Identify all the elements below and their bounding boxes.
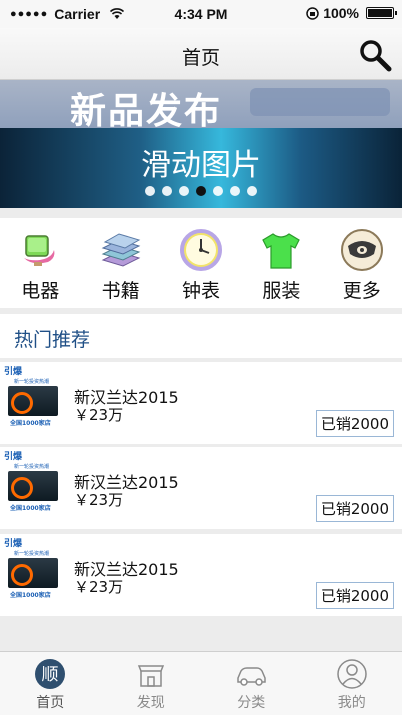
tab-discover[interactable]: 发现 (101, 652, 202, 715)
nav-bar: 首页 (0, 28, 402, 80)
rotation-lock-icon (306, 6, 319, 20)
pager-dot[interactable] (247, 186, 257, 196)
sold-badge: 已销2000 (315, 410, 394, 437)
sold-badge: 已销2000 (315, 582, 394, 609)
thumb-sub: 新一轮投资热潮 (14, 464, 50, 470)
section-title: 热门推荐 (14, 329, 91, 351)
car-icon (237, 667, 266, 686)
tab-label: 分类 (237, 695, 266, 711)
category-label: 钟表 (181, 280, 220, 302)
category-clocks[interactable]: 钟表 (161, 218, 241, 308)
tab-home[interactable]: 顺 首页 (0, 652, 101, 715)
battery-percent: 100% (323, 5, 359, 21)
status-bar: ●●●●● Carrier 4:34 PM 100% (0, 0, 402, 28)
item-thumbnail: 引爆 新一轮投资热潮 全国1000家店 (4, 536, 62, 614)
item-price: ￥23万 (74, 491, 124, 509)
thumb-foot: 全国1000家店 (10, 420, 51, 427)
item-price: ￥23万 (74, 578, 124, 596)
books-icon (101, 233, 140, 267)
sold-badge: 已销2000 (315, 495, 394, 522)
banner-headline: 新品发布 (70, 91, 223, 132)
more-icon (340, 229, 383, 271)
svg-text:顺: 顺 (42, 665, 59, 685)
pager-dot[interactable] (179, 186, 189, 196)
status-right: 100% (306, 5, 397, 21)
item-thumbnail: 引爆 新一轮投资热潮 全国1000家店 (4, 364, 62, 442)
carousel-pager[interactable] (0, 186, 402, 196)
thumb-sub: 新一轮投资热潮 (14, 379, 50, 385)
thumb-image (8, 471, 58, 501)
category-row: 电器 书籍 钟表 服装 更多 (0, 218, 402, 308)
category-label: 书籍 (101, 280, 140, 302)
tab-profile[interactable]: 我的 (302, 652, 402, 715)
appliance-icon (24, 235, 55, 266)
clock-icon (179, 229, 222, 271)
banner-caption: 滑动图片 (141, 148, 261, 183)
tab-label: 发现 (136, 695, 165, 711)
tshirt-icon (262, 233, 301, 269)
tab-category[interactable]: 分类 (201, 652, 302, 715)
item-price: ￥23万 (74, 406, 124, 424)
user-icon (337, 659, 367, 689)
search-icon[interactable] (358, 38, 392, 72)
thumb-foot: 全国1000家店 (10, 505, 51, 512)
pager-dot-active[interactable] (196, 186, 206, 196)
page-title: 首页 (181, 47, 220, 69)
tab-bar: 顺 首页 发现 分类 我的 (0, 651, 402, 715)
category-label: 电器 (21, 280, 60, 302)
pager-dot[interactable] (162, 186, 172, 196)
thumb-tag: 引爆 (4, 367, 23, 377)
category-clothing[interactable]: 服装 (241, 218, 321, 308)
pager-dot[interactable] (230, 186, 240, 196)
category-more[interactable]: 更多 (322, 218, 402, 308)
thumb-tag: 引爆 (4, 452, 23, 462)
battery-icon (366, 7, 397, 19)
category-label: 更多 (342, 280, 381, 302)
thumb-image (8, 558, 58, 588)
category-appliances[interactable]: 电器 (0, 218, 80, 308)
list-item[interactable]: 引爆 新一轮投资热潮 全国1000家店 新汉兰达2015 ￥23万 已销2000 (0, 534, 402, 616)
thumb-tag: 引爆 (4, 539, 23, 549)
tab-label: 首页 (36, 695, 65, 711)
shop-icon (137, 665, 164, 687)
item-thumbnail: 引爆 新一轮投资热潮 全国1000家店 (4, 449, 62, 527)
list-item[interactable]: 引爆 新一轮投资热潮 全国1000家店 新汉兰达2015 ￥23万 已销2000 (0, 362, 402, 444)
home-icon: 顺 (35, 659, 66, 689)
pager-dot[interactable] (145, 186, 155, 196)
thumb-sub: 新一轮投资热潮 (14, 551, 50, 557)
category-books[interactable]: 书籍 (80, 218, 160, 308)
tab-label: 我的 (337, 695, 366, 711)
category-label: 服装 (262, 280, 301, 302)
list-item[interactable]: 引爆 新一轮投资热潮 全国1000家店 新汉兰达2015 ￥23万 已销2000 (0, 447, 402, 529)
thumb-image (8, 386, 58, 416)
thumb-foot: 全国1000家店 (10, 592, 51, 599)
pager-dot[interactable] (213, 186, 223, 196)
hot-recommend-header: 热门推荐 (0, 314, 402, 358)
